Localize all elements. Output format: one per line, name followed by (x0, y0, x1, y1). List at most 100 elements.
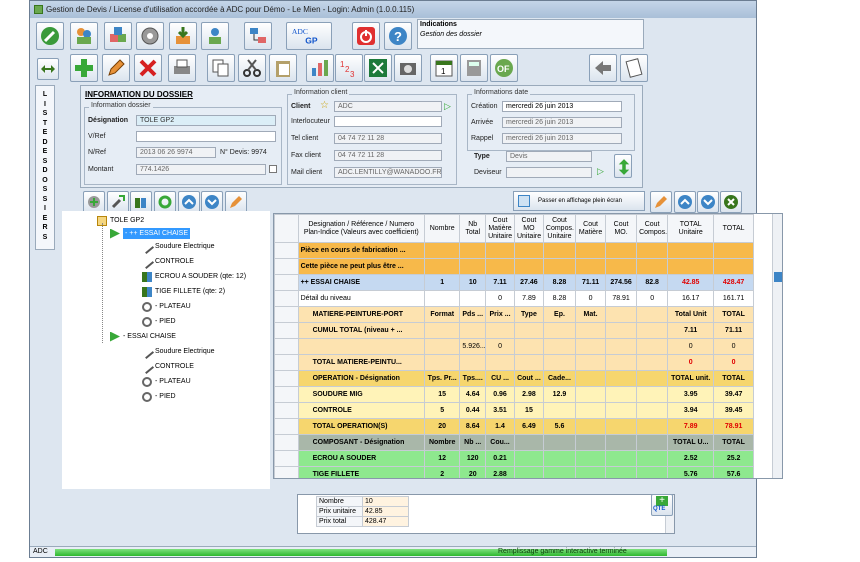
property-value[interactable]: 428.47 (362, 516, 409, 527)
deviseur-select[interactable] (506, 167, 592, 178)
table-row[interactable]: ECROU A SOUDER 12 120 0.21 2.52 25.2 (274, 450, 754, 467)
tree-node[interactable]: TOLE GP2 (97, 215, 144, 226)
table-row[interactable]: CONTROLE 5 0.44 3.51 15 3.94 39.45 (274, 402, 754, 419)
add-button[interactable] (70, 54, 98, 82)
clients-button[interactable] (70, 22, 98, 50)
row-selector[interactable] (274, 322, 299, 339)
client-go-icon[interactable]: ▷ (444, 102, 451, 111)
grid-up-button[interactable] (674, 191, 696, 213)
power-button[interactable] (352, 22, 380, 50)
qte-button[interactable]: + QTE (651, 494, 673, 516)
photo-button[interactable] (394, 54, 422, 82)
table-row[interactable]: TOTAL MATIERE-PEINTU... 0 0 (274, 354, 754, 371)
tree-node[interactable]: - PIED (142, 316, 176, 327)
column-header[interactable]: Nb Total (459, 214, 487, 243)
table-row[interactable]: 5.926... 0 0 0 (274, 338, 754, 355)
import-button[interactable] (169, 22, 197, 50)
table-row[interactable]: TOTAL OPERATION(S) 20 8.64 1.4 6.49 5.6 7.89 78… (274, 418, 754, 435)
property-value[interactable]: 10 (362, 496, 409, 507)
column-header[interactable]: Cout MO. (605, 214, 638, 243)
tree-node[interactable]: ECROU A SOUDER (qte: 12) (142, 271, 246, 282)
help-button[interactable]: ? (384, 22, 412, 50)
grid-scrollbar[interactable] (772, 214, 782, 478)
fax-field[interactable]: 04 74 72 11 28 (334, 150, 442, 161)
articles-button[interactable] (104, 22, 132, 50)
tree-operation-button[interactable] (107, 191, 129, 213)
home-button[interactable] (36, 22, 64, 50)
vref-field[interactable] (136, 131, 276, 142)
tree-node[interactable]: - ++ ESSAI CHAISE (110, 228, 191, 239)
row-selector[interactable] (274, 434, 299, 451)
table-row[interactable]: Pièce en cours de fabrication ... (274, 242, 754, 259)
arrivee-date-picker[interactable]: mercredi 26 juin 2013 (502, 117, 622, 128)
table-row[interactable]: MATIERE-PEINTURE-PORT Format Pds ... Prix .… (274, 306, 754, 323)
scroll-up-icon[interactable] (774, 272, 782, 282)
row-selector[interactable] (274, 274, 299, 291)
tree-node[interactable]: CONTROLE (139, 254, 194, 269)
mail-field[interactable]: ADC.LENTILLY@WANADOO.FR (334, 167, 442, 178)
table-row[interactable]: TIGE FILLETE 2 20 2.88 5.76 57.6 (274, 466, 754, 478)
column-header[interactable]: Cout Matière Unitaire (485, 214, 515, 243)
column-header[interactable]: TOTAL (713, 214, 754, 243)
fullscreen-button[interactable]: Passer en affichage plein écran (513, 191, 645, 211)
back-button[interactable] (589, 54, 617, 82)
interlocuteur-select[interactable] (334, 116, 442, 127)
tree-node[interactable]: - PLATEAU (142, 376, 191, 387)
tel-field[interactable]: 04 74 72 11 28 (334, 133, 442, 144)
column-header[interactable]: TOTAL Unitaire (667, 214, 715, 243)
type-select[interactable]: Devis (506, 151, 592, 162)
tree-up-button[interactable] (178, 191, 200, 213)
tree-node[interactable]: TIGE FILLETE (qte: 2) (142, 286, 225, 297)
row-selector[interactable] (274, 466, 299, 478)
tree-node[interactable]: Soudure Electrique (139, 239, 215, 254)
table-row[interactable]: Cette pièce ne peut plus être ... (274, 258, 754, 275)
deviseur-go-icon[interactable]: ▷ (597, 167, 604, 176)
copy-button[interactable] (207, 54, 235, 82)
settings-button[interactable] (136, 22, 164, 50)
column-header[interactable]: Nombre (423, 214, 461, 243)
row-selector[interactable] (274, 242, 299, 259)
client-select[interactable]: ADC (334, 101, 442, 112)
table-row[interactable]: CUMUL TOTAL (niveau + ... 7.11 71.11 (274, 322, 754, 339)
column-header[interactable]: Designation / Référence / Numero Plan-In… (297, 214, 426, 243)
excel-button[interactable] (364, 54, 392, 82)
star-icon[interactable]: ☆ (320, 101, 331, 112)
toggle-list-button[interactable] (37, 58, 59, 80)
grid-close-button[interactable] (720, 191, 742, 213)
row-selector[interactable] (274, 450, 299, 467)
property-value[interactable]: 42.85 (362, 506, 409, 517)
tree-refresh-button[interactable] (154, 191, 176, 213)
swap-button[interactable] (614, 154, 632, 178)
column-header[interactable]: Cout MO Unitaire (513, 214, 544, 243)
print-button[interactable] (168, 54, 196, 82)
of-button[interactable]: OF (490, 54, 518, 82)
edit-button[interactable] (102, 54, 130, 82)
row-selector[interactable] (274, 258, 299, 275)
calendar-button[interactable]: 1 (430, 54, 458, 82)
tree-edit-button[interactable] (225, 191, 247, 213)
chart-button[interactable] (306, 54, 334, 82)
cut-button[interactable] (238, 54, 266, 82)
tree-component-button[interactable] (130, 191, 152, 213)
tree-node[interactable]: - PIED (142, 391, 176, 402)
tree-node[interactable]: - ESSAI CHAISE (110, 331, 176, 342)
tree-node[interactable]: - PLATEAU (142, 301, 191, 312)
users-admin-button[interactable] (201, 22, 229, 50)
row-selector[interactable] (274, 290, 299, 307)
column-header[interactable]: Cout Compos. Unitaire (542, 214, 577, 243)
calculator-button[interactable] (460, 54, 488, 82)
table-row[interactable]: ++ ESSAI CHAISE 1 10 7.11 27.46 8.28 71.11 274.… (274, 274, 754, 291)
dossier-list-toggle[interactable]: L I S T E D E S D O S S I E R S (35, 85, 55, 250)
column-header[interactable]: Cout Matière (575, 214, 607, 243)
rappel-date-picker[interactable]: mercredi 26 juin 2013 (502, 133, 622, 144)
tree-down-button[interactable] (201, 191, 223, 213)
grid-down-button[interactable] (697, 191, 719, 213)
table-row[interactable]: SOUDURE MIG 15 4.64 0.96 2.98 12.9 3.95 39.47 (274, 386, 754, 403)
tree-node[interactable]: CONTROLE (139, 359, 194, 374)
table-row[interactable]: OPERATION - Désignation Tps. Pr... Tps....… (274, 370, 754, 387)
row-selector[interactable] (274, 386, 299, 403)
delete-button[interactable] (134, 54, 162, 82)
montant-checkbox[interactable] (269, 165, 277, 173)
row-selector[interactable] (274, 418, 299, 435)
montant-field[interactable]: 774.1426 (136, 164, 266, 175)
